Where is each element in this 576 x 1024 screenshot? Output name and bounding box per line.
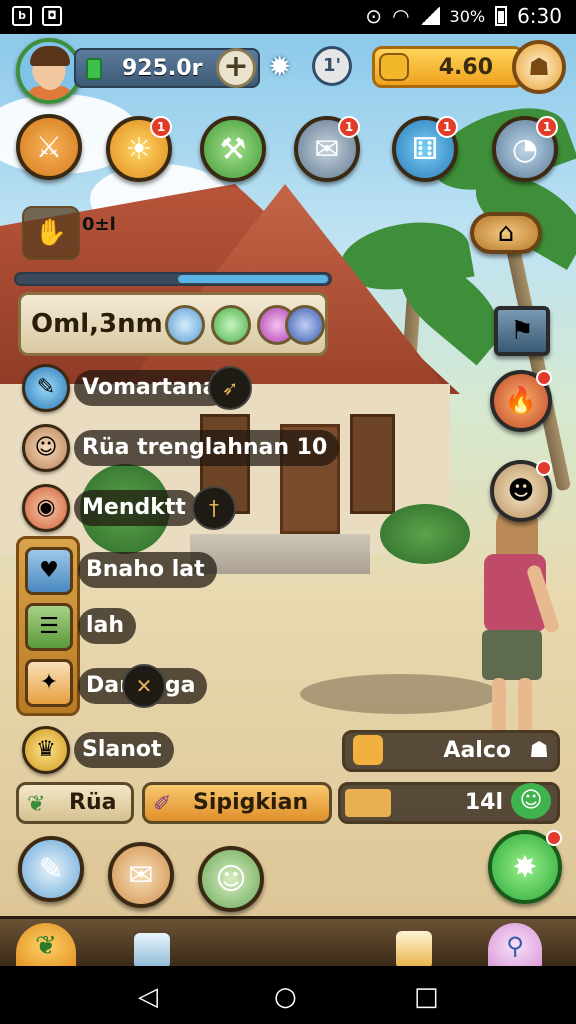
search-icon[interactable]: ⚲ bbox=[488, 923, 542, 969]
pig-icon[interactable]: ♥ bbox=[25, 547, 73, 595]
hammer-icon[interactable]: ⚒ bbox=[200, 116, 266, 182]
torch-icon[interactable]: 🔥 bbox=[490, 370, 552, 432]
notification-badge bbox=[546, 830, 562, 846]
main-panel[interactable]: Oml,3nm bbox=[18, 292, 328, 356]
world-icon[interactable]: ◔ 1 bbox=[492, 116, 558, 182]
back-button[interactable]: ◁ bbox=[138, 982, 158, 1012]
recents-button[interactable]: □ bbox=[414, 982, 439, 1012]
people-icon: ☗ bbox=[529, 738, 549, 763]
quest-label: Slanot bbox=[74, 732, 174, 768]
gold-value: 4.60 bbox=[438, 55, 493, 80]
bush bbox=[380, 504, 470, 564]
cat-icon[interactable]: ☻ bbox=[490, 460, 552, 522]
sipigkian-button[interactable]: ✐ Sipigkian bbox=[142, 782, 332, 824]
bottle-icon[interactable] bbox=[396, 931, 432, 969]
avatar-icon: ☺ bbox=[22, 424, 70, 472]
gold-icon bbox=[379, 53, 409, 81]
rua-button[interactable]: ❦ Rüa bbox=[16, 782, 134, 824]
carrot-icon[interactable]: ✦ bbox=[25, 659, 73, 707]
add-coins-button[interactable]: + bbox=[216, 48, 256, 88]
alarm-icon: ⊙ bbox=[365, 4, 383, 28]
sparkle-icon[interactable]: ✸ bbox=[488, 830, 562, 904]
resource-count: 14l bbox=[464, 790, 503, 815]
sipigkian-label: Sipigkian bbox=[193, 790, 309, 815]
brush-icon: ✐ bbox=[153, 792, 172, 817]
info-label: Aalco bbox=[443, 738, 511, 763]
chat-icon[interactable]: ☺ bbox=[511, 783, 551, 819]
bars-icon[interactable] bbox=[285, 305, 325, 345]
quest-label: Bnaho lat bbox=[78, 552, 217, 588]
dice-icon[interactable]: ⚅ 1 bbox=[392, 116, 458, 182]
ink-icon: b bbox=[12, 6, 32, 26]
side-panel: ♥ ☰ ✦ bbox=[16, 536, 80, 716]
cake-icon[interactable]: ☰ bbox=[25, 603, 73, 651]
notification-badge bbox=[536, 370, 552, 386]
house-window bbox=[350, 414, 395, 514]
gear-icon[interactable]: ✹ bbox=[268, 50, 291, 83]
battery-icon bbox=[495, 6, 508, 26]
quest-label: lah bbox=[78, 608, 137, 644]
notification-badge: 1 bbox=[536, 116, 558, 138]
arrow-icon[interactable]: ➶ bbox=[208, 366, 252, 410]
battery-percent: 30% bbox=[449, 6, 486, 26]
map-icon[interactable]: ✉ 1 bbox=[294, 116, 360, 182]
notification-badge: 1 bbox=[150, 116, 172, 138]
wifi-icon: ◠ bbox=[392, 4, 410, 28]
house-steps bbox=[190, 534, 370, 574]
info-bar[interactable]: Aalco ☗ bbox=[342, 730, 560, 772]
dagger-icon[interactable]: † bbox=[192, 486, 236, 530]
food-icon: ◉ bbox=[22, 484, 70, 532]
notification-badge bbox=[536, 460, 552, 476]
quest-label: Rüa trenglahnan 10 bbox=[74, 430, 340, 466]
notification-badge: 1 bbox=[338, 116, 360, 138]
sword-icon[interactable]: ⚔ bbox=[16, 114, 82, 180]
bottle-icon[interactable]: ✎ bbox=[18, 836, 84, 902]
rua-label: Rüa bbox=[69, 790, 117, 815]
player-avatar[interactable] bbox=[16, 38, 82, 104]
cross-icon[interactable]: ✕ bbox=[122, 664, 166, 708]
villager-icon[interactable]: ☺ bbox=[198, 846, 264, 912]
image-icon: ◘ bbox=[42, 6, 62, 26]
bottom-bar: ❦ ⚲ bbox=[0, 916, 576, 969]
notification-badge: 1 bbox=[436, 116, 458, 138]
sun-icon[interactable]: ☀ 1 bbox=[106, 116, 172, 182]
player-character[interactable] bbox=[478, 484, 561, 744]
resource-tag[interactable]: ✋ bbox=[22, 206, 80, 260]
signal-icon bbox=[419, 7, 440, 25]
progress-bar bbox=[14, 272, 332, 286]
cash-icon bbox=[86, 58, 102, 80]
level-badge[interactable]: 1' bbox=[312, 46, 352, 86]
shadow bbox=[300, 674, 500, 714]
home-button[interactable]: ○ bbox=[274, 982, 297, 1012]
swirl-icon[interactable] bbox=[165, 305, 205, 345]
frog-icon[interactable]: ❦ bbox=[16, 923, 76, 969]
jar-icon[interactable] bbox=[211, 305, 251, 345]
gold-counter: 4.60 bbox=[372, 46, 524, 88]
resource-value: 0±l bbox=[82, 214, 116, 235]
quest-label: Mendktt bbox=[74, 490, 198, 526]
letter-icon[interactable]: ✉ bbox=[108, 842, 174, 908]
clock: 6:30 bbox=[517, 4, 562, 28]
leaf-icon: ❦ bbox=[27, 792, 46, 817]
box-icon bbox=[353, 735, 383, 765]
resource-progress: 14l ☺ bbox=[338, 782, 560, 824]
system-nav-bar: ◁ ○ □ bbox=[0, 966, 576, 1024]
status-bar: b ◘ ⊙ ◠ 30% 6:30 bbox=[0, 0, 576, 34]
hammer-icon: ✎ bbox=[22, 364, 70, 412]
flag-icon[interactable]: ⚑ bbox=[494, 306, 550, 356]
quest-label: Vomartana bbox=[74, 370, 230, 406]
coin-value: 925.0r bbox=[122, 56, 203, 81]
trophy-icon: ♛ bbox=[22, 726, 70, 774]
panel-title: Oml,3nm bbox=[31, 309, 163, 339]
progress-fill bbox=[345, 789, 391, 817]
jar-icon[interactable] bbox=[134, 933, 170, 969]
hat-icon[interactable]: ⌂ bbox=[470, 212, 542, 254]
shop-button[interactable]: ☗ bbox=[512, 40, 566, 94]
